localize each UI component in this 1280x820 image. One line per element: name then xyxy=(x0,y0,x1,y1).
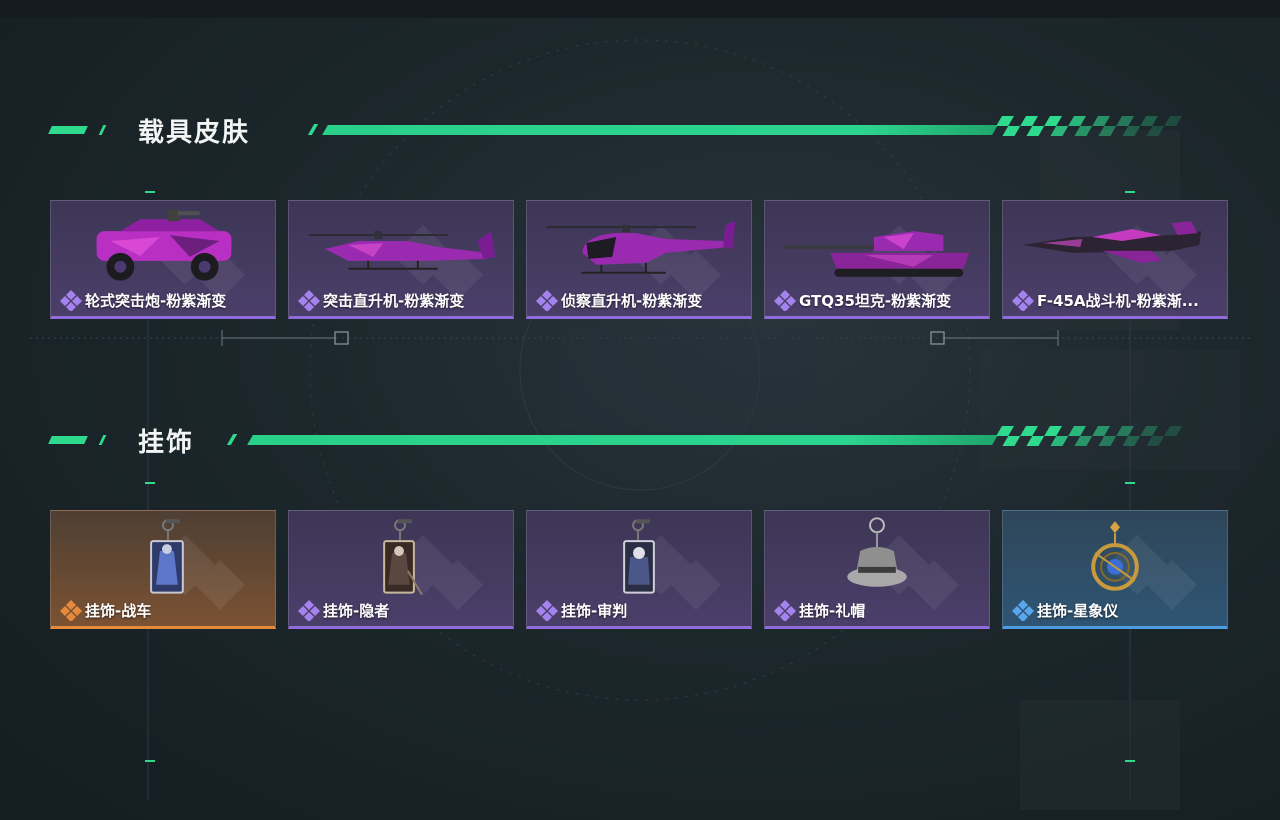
item-label: 轮式突击炮-粉紫渐变 xyxy=(85,291,227,310)
item-card-charm-chariot[interactable]: 挂饰-战车 xyxy=(50,510,276,629)
tarot-card-charm-icon xyxy=(150,519,184,594)
marker xyxy=(145,482,155,484)
armored-vehicle-icon xyxy=(96,209,232,281)
header-accent-tick xyxy=(98,435,107,445)
section-title: 挂饰 xyxy=(138,428,195,458)
section-header-charms: 挂饰 xyxy=(0,420,1280,460)
item-card-attack-helicopter[interactable]: 突击直升机-粉紫渐变 xyxy=(288,200,514,319)
header-bar xyxy=(322,125,998,135)
header-bar-lead xyxy=(307,124,319,135)
item-label: 挂饰-隐者 xyxy=(323,601,390,620)
tank-icon xyxy=(784,231,970,277)
tarot-card-charm-icon xyxy=(383,519,423,595)
rarity-diamond-icon xyxy=(60,600,82,621)
charms-grid: 挂饰-战车 挂饰-隐者 挂饰-审判 挂饰-礼帽 挂饰-星象仪 xyxy=(50,510,1230,631)
astrolabe-charm-icon xyxy=(1091,521,1139,591)
item-label: 挂饰-审判 xyxy=(561,601,628,620)
rarity-diamond-icon xyxy=(60,290,82,311)
item-card-tank[interactable]: GTQ35坦克-粉紫渐变 xyxy=(764,200,990,319)
item-label: 侦察直升机-粉紫渐变 xyxy=(561,291,703,310)
top-hat-charm-icon xyxy=(847,517,907,587)
rarity-diamond-icon xyxy=(1012,290,1034,311)
item-card-charm-astrolabe[interactable]: 挂饰-星象仪 xyxy=(1002,510,1228,629)
item-card-charm-hermit[interactable]: 挂饰-隐者 xyxy=(288,510,514,629)
top-strip xyxy=(0,0,1280,18)
item-label: GTQ35坦克-粉紫渐变 xyxy=(799,291,952,310)
vehicle-skins-grid: 轮式突击炮-粉紫渐变 突击直升机-粉紫渐变 侦察直升机-粉紫渐变 GTQ35坦克… xyxy=(50,200,1230,321)
header-bar xyxy=(247,435,998,445)
header-bar-lead xyxy=(226,434,238,445)
marker xyxy=(145,760,155,762)
rarity-diamond-icon xyxy=(298,290,320,311)
rarity-diamond-icon xyxy=(774,600,796,621)
item-card-charm-top-hat[interactable]: 挂饰-礼帽 xyxy=(764,510,990,629)
item-label: 挂饰-礼帽 xyxy=(799,601,866,620)
tarot-card-charm-icon xyxy=(623,519,655,594)
marker xyxy=(1125,191,1135,193)
header-checker-pattern xyxy=(996,116,1182,136)
rarity-diamond-icon xyxy=(1012,600,1034,621)
item-card-fighter-jet[interactable]: F-45A战斗机-粉紫渐... xyxy=(1002,200,1228,319)
item-label: 挂饰-星象仪 xyxy=(1037,601,1119,620)
item-card-charm-judgement[interactable]: 挂饰-审判 xyxy=(526,510,752,629)
item-label: F-45A战斗机-粉紫渐... xyxy=(1037,291,1199,310)
header-checker-pattern xyxy=(996,426,1182,446)
item-label: 挂饰-战车 xyxy=(85,601,152,620)
section-title: 载具皮肤 xyxy=(138,118,251,148)
item-label: 突击直升机-粉紫渐变 xyxy=(323,291,465,310)
marker xyxy=(145,191,155,193)
rarity-diamond-icon xyxy=(298,600,320,621)
rarity-diamond-icon xyxy=(774,290,796,311)
fighter-jet-icon xyxy=(1022,221,1202,263)
item-card-armored-vehicle[interactable]: 轮式突击炮-粉紫渐变 xyxy=(50,200,276,319)
header-accent-pill xyxy=(48,126,88,134)
item-card-scout-helicopter[interactable]: 侦察直升机-粉紫渐变 xyxy=(526,200,752,319)
rarity-diamond-icon xyxy=(536,290,558,311)
scout-helicopter-icon xyxy=(546,221,736,274)
header-accent-tick xyxy=(98,125,107,135)
header-accent-pill xyxy=(48,436,88,444)
attack-helicopter-icon xyxy=(308,231,496,270)
marker xyxy=(1125,482,1135,484)
section-header-vehicle-skins: 载具皮肤 xyxy=(0,110,1280,150)
rarity-diamond-icon xyxy=(536,600,558,621)
marker xyxy=(1125,760,1135,762)
